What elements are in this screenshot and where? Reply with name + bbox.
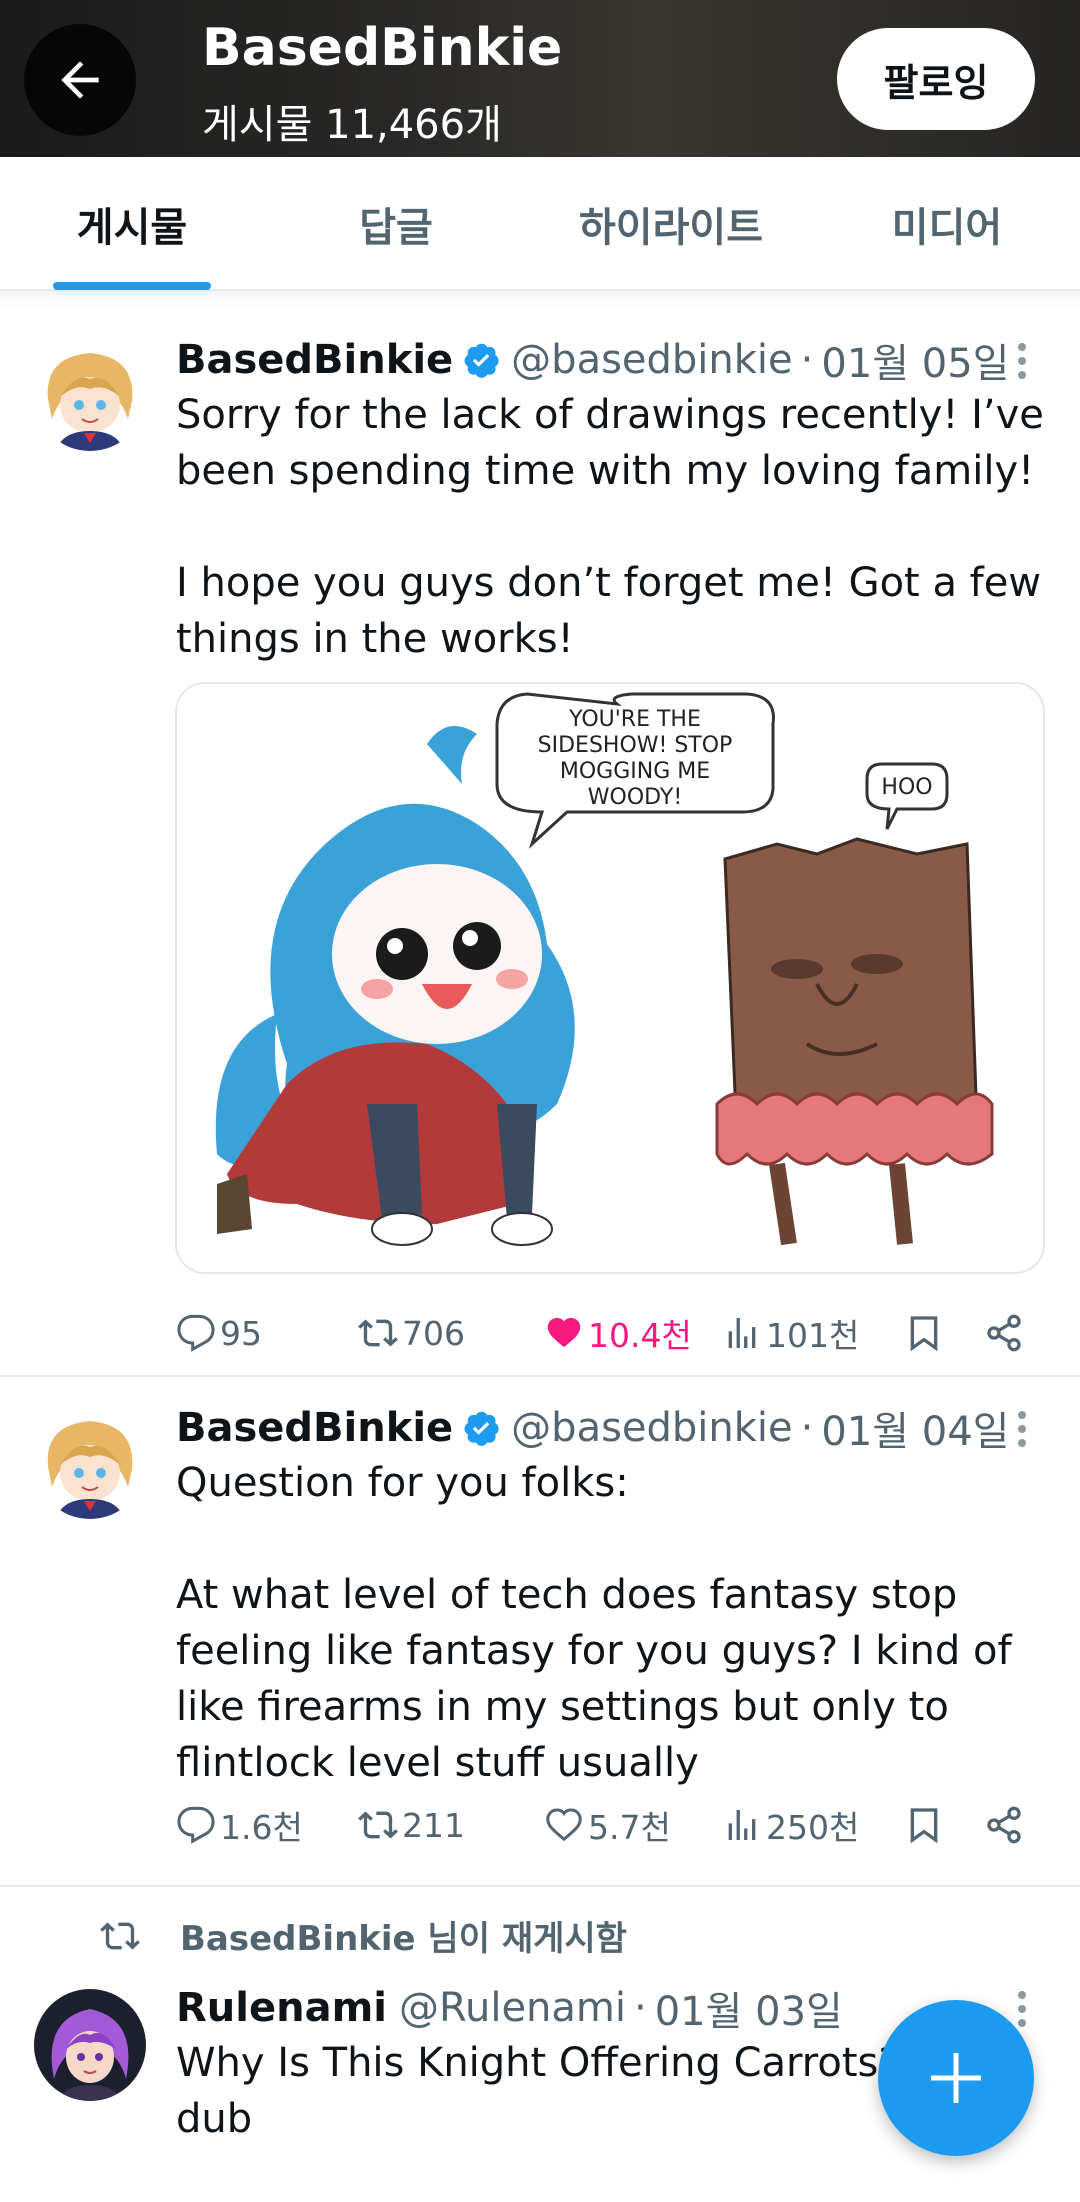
- post-date[interactable]: 01월 05일: [821, 331, 1009, 389]
- plus-icon: [931, 2053, 981, 2103]
- separator-dot: ·: [800, 337, 814, 383]
- repost-icon: [358, 1805, 398, 1845]
- avatar[interactable]: [34, 1989, 146, 2101]
- repost-icon: [358, 1313, 398, 1353]
- author-name[interactable]: Rulenami: [176, 1985, 387, 2031]
- like-count: 10.4천: [588, 1316, 692, 1355]
- share-button[interactable]: [984, 1795, 1028, 1855]
- speech-bubble-line-4: WOODY!: [588, 785, 682, 810]
- verified-badge-icon: [463, 1409, 501, 1447]
- repost-label[interactable]: BasedBinkie 님이 재게시함: [180, 1911, 627, 1960]
- views-button[interactable]: 250천: [722, 1795, 859, 1855]
- repost-button[interactable]: 706: [358, 1303, 465, 1363]
- repost-indicator: BasedBinkie 님이 재게시함: [100, 1911, 627, 1960]
- author-name[interactable]: BasedBinkie: [176, 1405, 453, 1451]
- post-text: Question for you folks: At what level of…: [176, 1460, 1012, 1786]
- bookmark-button[interactable]: [904, 1795, 948, 1855]
- share-icon: [984, 1805, 1024, 1845]
- post-card[interactable]: BasedBinkie @basedbinkie · 01월 04일 Quest…: [0, 1377, 1080, 1887]
- avatar-image: [34, 1989, 146, 2101]
- post-actions: 1.6천 211 5.7천 250천: [0, 1795, 1080, 1855]
- post-card[interactable]: BasedBinkie @basedbinkie · 01월 05일 Sorry…: [0, 309, 1080, 1377]
- reply-button[interactable]: 95: [176, 1303, 262, 1363]
- avatar[interactable]: [34, 1407, 146, 1519]
- reply-count: 95: [220, 1313, 262, 1353]
- like-button[interactable]: 5.7천: [544, 1795, 671, 1855]
- views-button[interactable]: 101천: [722, 1303, 859, 1363]
- view-count: 101천: [766, 1316, 860, 1355]
- analytics-icon: [722, 1805, 762, 1845]
- tab-highlights[interactable]: 하이라이트: [528, 157, 814, 291]
- reply-count: 1.6천: [220, 1808, 303, 1847]
- avatar[interactable]: [34, 339, 146, 451]
- speech-bubble-line-1: YOU'RE THE: [568, 707, 701, 732]
- speech-bubble-small: HOO: [881, 775, 932, 800]
- share-button[interactable]: [984, 1303, 1028, 1363]
- avatar-image: [34, 339, 146, 451]
- post-image[interactable]: YOU'RE THE SIDESHOW! STOP MOGGING ME WOO…: [175, 682, 1045, 1274]
- author-handle[interactable]: @basedbinkie: [511, 1405, 792, 1451]
- like-button[interactable]: 10.4천: [544, 1303, 692, 1363]
- active-tab-indicator: [53, 282, 211, 290]
- repost-icon: [100, 1916, 140, 1956]
- profile-name: BasedBinkie: [202, 18, 563, 78]
- more-options-icon[interactable]: [1016, 1409, 1032, 1453]
- post-header: BasedBinkie @basedbinkie · 01월 04일: [176, 1399, 1010, 1457]
- bookmark-icon: [904, 1313, 944, 1353]
- analytics-icon: [722, 1313, 762, 1353]
- author-name[interactable]: BasedBinkie: [176, 337, 453, 383]
- author-handle[interactable]: @Rulenami: [399, 1985, 626, 2031]
- post-text: Why Is This Knight Offering Carrots?! du…: [176, 2040, 916, 2142]
- more-options-icon[interactable]: [1016, 1989, 1032, 2033]
- tabs-divider: [0, 291, 1080, 309]
- view-count: 250천: [766, 1808, 860, 1847]
- avatar-image: [34, 1407, 146, 1519]
- arrow-left-icon: [61, 61, 99, 99]
- comment-icon: [176, 1805, 216, 1845]
- repost-button[interactable]: 211: [358, 1795, 465, 1855]
- author-handle[interactable]: @basedbinkie: [511, 337, 792, 383]
- like-count: 5.7천: [588, 1808, 671, 1847]
- post-header: Rulenami @Rulenami · 01월 03일: [176, 1979, 843, 2037]
- repost-count: 211: [402, 1805, 465, 1845]
- speech-bubble-line-3: MOGGING ME: [560, 759, 710, 784]
- tab-replies[interactable]: 답글: [264, 157, 528, 291]
- post-date[interactable]: 01월 03일: [655, 1979, 843, 2037]
- heart-outline-icon: [544, 1805, 584, 1845]
- post-count: 게시물 11,466개: [202, 102, 502, 148]
- speech-bubble-line-2: SIDESHOW! STOP: [538, 733, 733, 758]
- separator-dot: ·: [634, 1985, 647, 2031]
- repost-count: 706: [402, 1313, 465, 1353]
- tab-posts[interactable]: 게시물: [0, 157, 264, 291]
- share-icon: [984, 1313, 1024, 1353]
- bookmark-button[interactable]: [904, 1303, 948, 1363]
- back-button[interactable]: [24, 24, 136, 136]
- tab-media[interactable]: 미디어: [814, 157, 1080, 291]
- post-header: BasedBinkie @basedbinkie · 01월 05일: [176, 331, 1010, 389]
- heart-filled-icon: [544, 1313, 584, 1353]
- bookmark-icon: [904, 1805, 944, 1845]
- post-actions: 95 706 10.4천 101천: [0, 1303, 1080, 1363]
- following-button[interactable]: 팔로잉: [837, 28, 1035, 130]
- profile-header: BasedBinkie 게시물 11,466개 팔로잉: [0, 0, 1080, 157]
- compose-post-button[interactable]: [878, 2000, 1034, 2156]
- separator-dot: ·: [800, 1405, 814, 1451]
- profile-tabs: 게시물 답글 하이라이트 미디어: [0, 157, 1080, 291]
- post-date[interactable]: 01월 04일: [821, 1399, 1009, 1457]
- comment-icon: [176, 1313, 216, 1353]
- post-text: Sorry for the lack of drawings recently!…: [176, 392, 1044, 662]
- verified-badge-icon: [463, 341, 501, 379]
- reply-button[interactable]: 1.6천: [176, 1795, 303, 1855]
- more-options-icon[interactable]: [1016, 341, 1032, 385]
